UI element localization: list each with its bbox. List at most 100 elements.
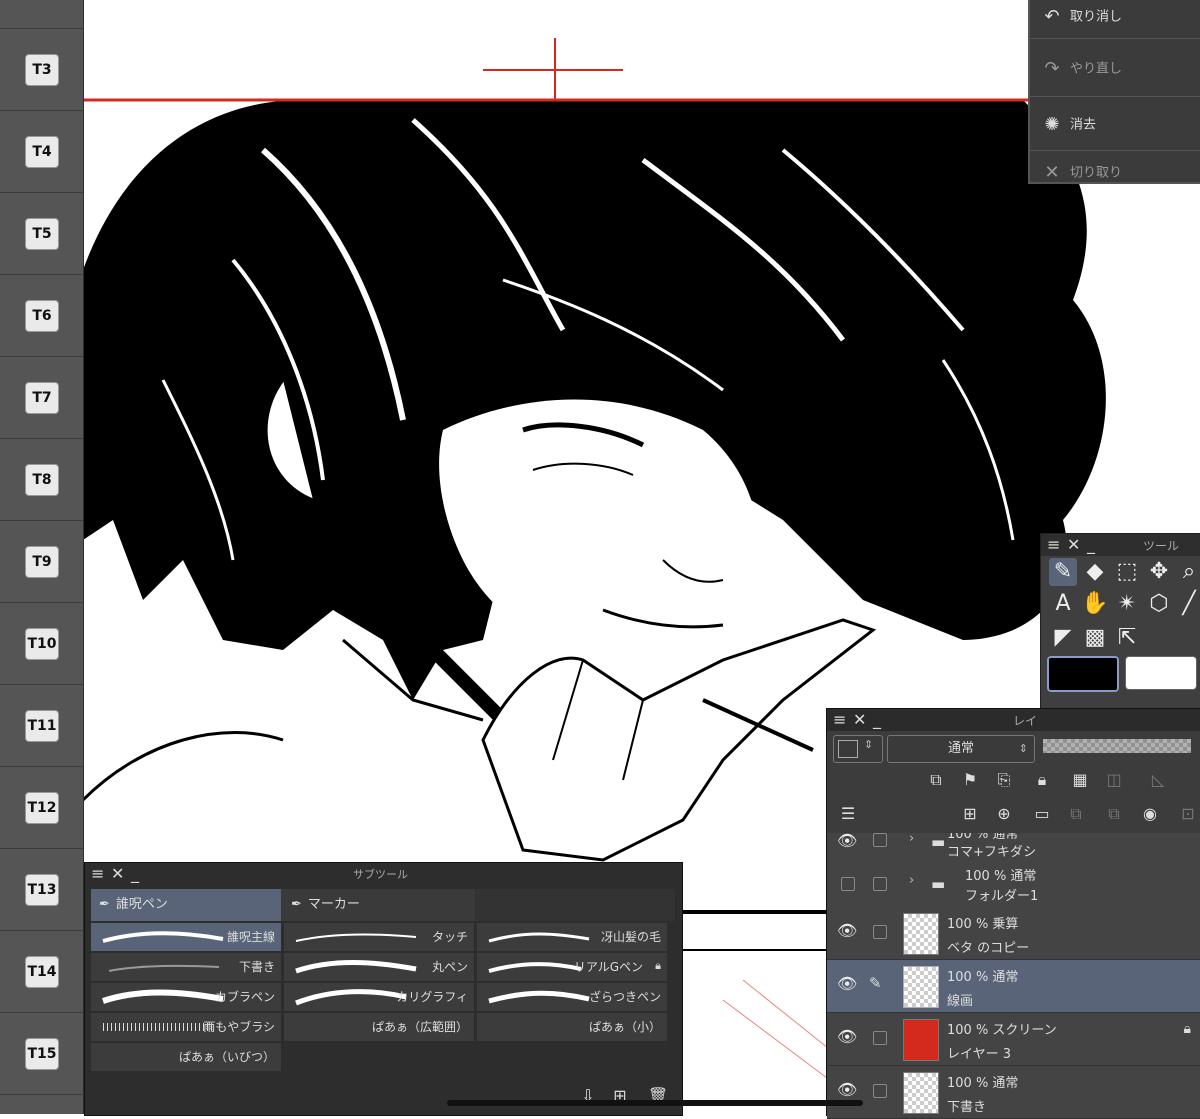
merge-down-icon[interactable]: ⧉ (1065, 803, 1087, 825)
cut-item[interactable]: ✕ 切り取り (1040, 160, 1122, 182)
layer-checkbox[interactable] (873, 925, 887, 939)
brush-item[interactable]: タッチ (284, 923, 474, 951)
pen-icon[interactable]: ✎ (1049, 558, 1077, 586)
layer-row[interactable]: › ▬ 100 % 通常 フォルダー1 (827, 863, 1200, 908)
hand-icon[interactable]: ✋ (1081, 590, 1109, 618)
brush-item[interactable]: ぱあぁ（小） (477, 1013, 667, 1041)
lock-icon[interactable]: 🔒︎ (1031, 769, 1053, 791)
lock-icon: 🔒︎ (1183, 1021, 1191, 1037)
chevron-right-icon[interactable]: › (909, 873, 914, 888)
clip-layer-icon[interactable]: ⎘ (993, 769, 1015, 791)
eye-icon[interactable]: 👁︎ (837, 921, 857, 940)
tile-button[interactable]: T15 (25, 1038, 59, 1070)
brush-item[interactable]: ぱあぁ（広範囲） (284, 1013, 474, 1041)
layer-checkbox[interactable] (873, 1084, 887, 1098)
tab-subtool-group[interactable]: ✒ マーカー (283, 889, 473, 921)
combine-icon[interactable]: ⧉ (1103, 803, 1125, 825)
tile-button[interactable]: T10 (25, 628, 59, 660)
brush-item[interactable]: 冴山髪の毛 (477, 923, 667, 951)
ruler-icon[interactable]: ◺ (1147, 769, 1169, 791)
opacity-slider[interactable] (1043, 739, 1191, 753)
sub-color-swatch[interactable] (1125, 656, 1197, 690)
layer-row[interactable]: 👁︎ 100 % 乗算 ベタ のコピー (827, 907, 1200, 960)
draft-layer-icon[interactable]: ⚑ (959, 769, 981, 791)
undo-item[interactable]: ↶ 取り消し (1040, 4, 1122, 30)
chevron-right-icon[interactable]: › (909, 833, 914, 846)
brush-item[interactable]: カブラペン (91, 983, 281, 1011)
minimize-icon[interactable]: _ (873, 710, 881, 730)
tile-button[interactable]: T12 (25, 792, 59, 824)
brush-item[interactable]: ぱあぁ（いびつ） (91, 1043, 281, 1071)
layer-row-selected[interactable]: 👁︎ ✎ 100 % 通常 線画 (827, 960, 1200, 1013)
brush-item[interactable]: カリグラフィ (284, 983, 474, 1011)
menu-icon[interactable]: ≡ (833, 710, 846, 730)
layer-row[interactable]: 👁︎ › ▬ 100 % 通常 コマ+フキダシ (827, 833, 1200, 864)
brush-item[interactable]: 誰呪主線 (91, 923, 281, 951)
layer-thumbnail (903, 913, 939, 955)
brush-item[interactable]: 雨もやブラシ (91, 1013, 281, 1041)
line-icon[interactable]: ╱ (1175, 590, 1200, 618)
new-vector-layer-icon[interactable]: ⊕ (993, 803, 1015, 825)
fill-pattern-icon[interactable]: ▩ (1081, 624, 1109, 652)
main-color-swatch[interactable] (1047, 656, 1119, 692)
eye-icon[interactable]: 👁︎ (837, 1027, 857, 1046)
tile-button[interactable]: T6 (25, 300, 59, 332)
layer-color-selector[interactable]: ⇕ (833, 735, 883, 763)
brush-item[interactable]: リアルGペン 🔒︎ (477, 953, 667, 981)
zoom-icon[interactable]: ⌕ (1175, 558, 1200, 586)
operation-icon[interactable]: ⇱ (1113, 624, 1141, 652)
layer-row[interactable]: 👁︎ 100 % 通常 下書き (827, 1066, 1200, 1119)
blend-mode-select[interactable]: 通常 ⇕ (887, 735, 1035, 763)
brush-item[interactable]: ざらつきペン (477, 983, 667, 1011)
tile-button[interactable]: T3 (25, 54, 59, 86)
frame-icon[interactable]: ◤ (1049, 624, 1077, 652)
magic-wand-icon[interactable]: ✴ (1113, 590, 1141, 618)
layer-checkbox[interactable] (873, 877, 887, 891)
tile-button[interactable]: T4 (25, 136, 59, 168)
layer-checkbox[interactable] (873, 1031, 887, 1045)
new-raster-layer-icon[interactable]: ⊞ (959, 803, 981, 825)
lock-transparency-icon[interactable]: ▦ (1069, 769, 1091, 791)
layer-property-icon[interactable]: ☰ (837, 803, 859, 825)
reference-layer-icon[interactable]: ⧉ (925, 769, 947, 791)
close-icon[interactable]: ✕ (853, 710, 866, 730)
brush-stroke-preview (295, 960, 417, 974)
tile-button[interactable]: T13 (25, 874, 59, 906)
redo-item[interactable]: ↷ やり直し (1040, 56, 1122, 82)
pen-nib-icon: ✒ (291, 897, 302, 912)
tile-button[interactable]: T8 (25, 464, 59, 496)
brush-item[interactable]: 丸ペン (284, 953, 474, 981)
tile-button[interactable]: T9 (25, 546, 59, 578)
minimize-icon[interactable]: _ (131, 864, 139, 884)
tab-subtool-group[interactable]: ✒ 誰呪ペン (91, 889, 281, 921)
layer-visibility-checkbox[interactable] (841, 877, 855, 891)
layer-mode: 100 % 通常 (947, 970, 1019, 985)
layer-row[interactable]: 👁︎ 100 % スクリーン レイヤー 3 🔒︎ (827, 1013, 1200, 1066)
brush-item[interactable]: 下書き (91, 953, 281, 981)
brush-label: ぱあぁ（小） (588, 1020, 661, 1034)
eraser-icon[interactable]: ◆ (1081, 558, 1109, 586)
move-icon[interactable]: ✥ (1145, 558, 1173, 586)
selection-icon[interactable]: ⬚ (1113, 558, 1141, 586)
apply-mask-icon[interactable]: ⊡ (1177, 803, 1199, 825)
eye-icon[interactable]: 👁︎ (837, 974, 857, 993)
tile-button[interactable]: T5 (25, 218, 59, 250)
menu-icon[interactable]: ≡ (91, 864, 104, 884)
tile-button[interactable]: T7 (25, 382, 59, 414)
menu-divider (1030, 150, 1200, 151)
text-icon[interactable]: A (1049, 590, 1077, 618)
close-icon[interactable]: ✕ (111, 864, 124, 884)
tile-button[interactable]: T14 (25, 956, 59, 988)
mask-icon[interactable]: ◫ (1103, 769, 1125, 791)
tile-button[interactable]: T11 (25, 710, 59, 742)
layer-checkbox[interactable] (873, 833, 887, 847)
menu-icon[interactable]: ≡ (1047, 535, 1060, 555)
new-folder-icon[interactable]: ▭ (1031, 803, 1053, 825)
add-mask-icon[interactable]: ◉ (1139, 803, 1161, 825)
eye-icon[interactable]: 👁︎ (837, 833, 857, 850)
clear-item[interactable]: ✺ 消去 (1040, 112, 1096, 138)
close-icon[interactable]: ✕ (1067, 535, 1080, 555)
3d-object-icon[interactable]: ⬡ (1145, 590, 1173, 618)
eye-icon[interactable]: 👁︎ (837, 1080, 857, 1099)
minimize-icon[interactable]: _ (1087, 535, 1095, 555)
